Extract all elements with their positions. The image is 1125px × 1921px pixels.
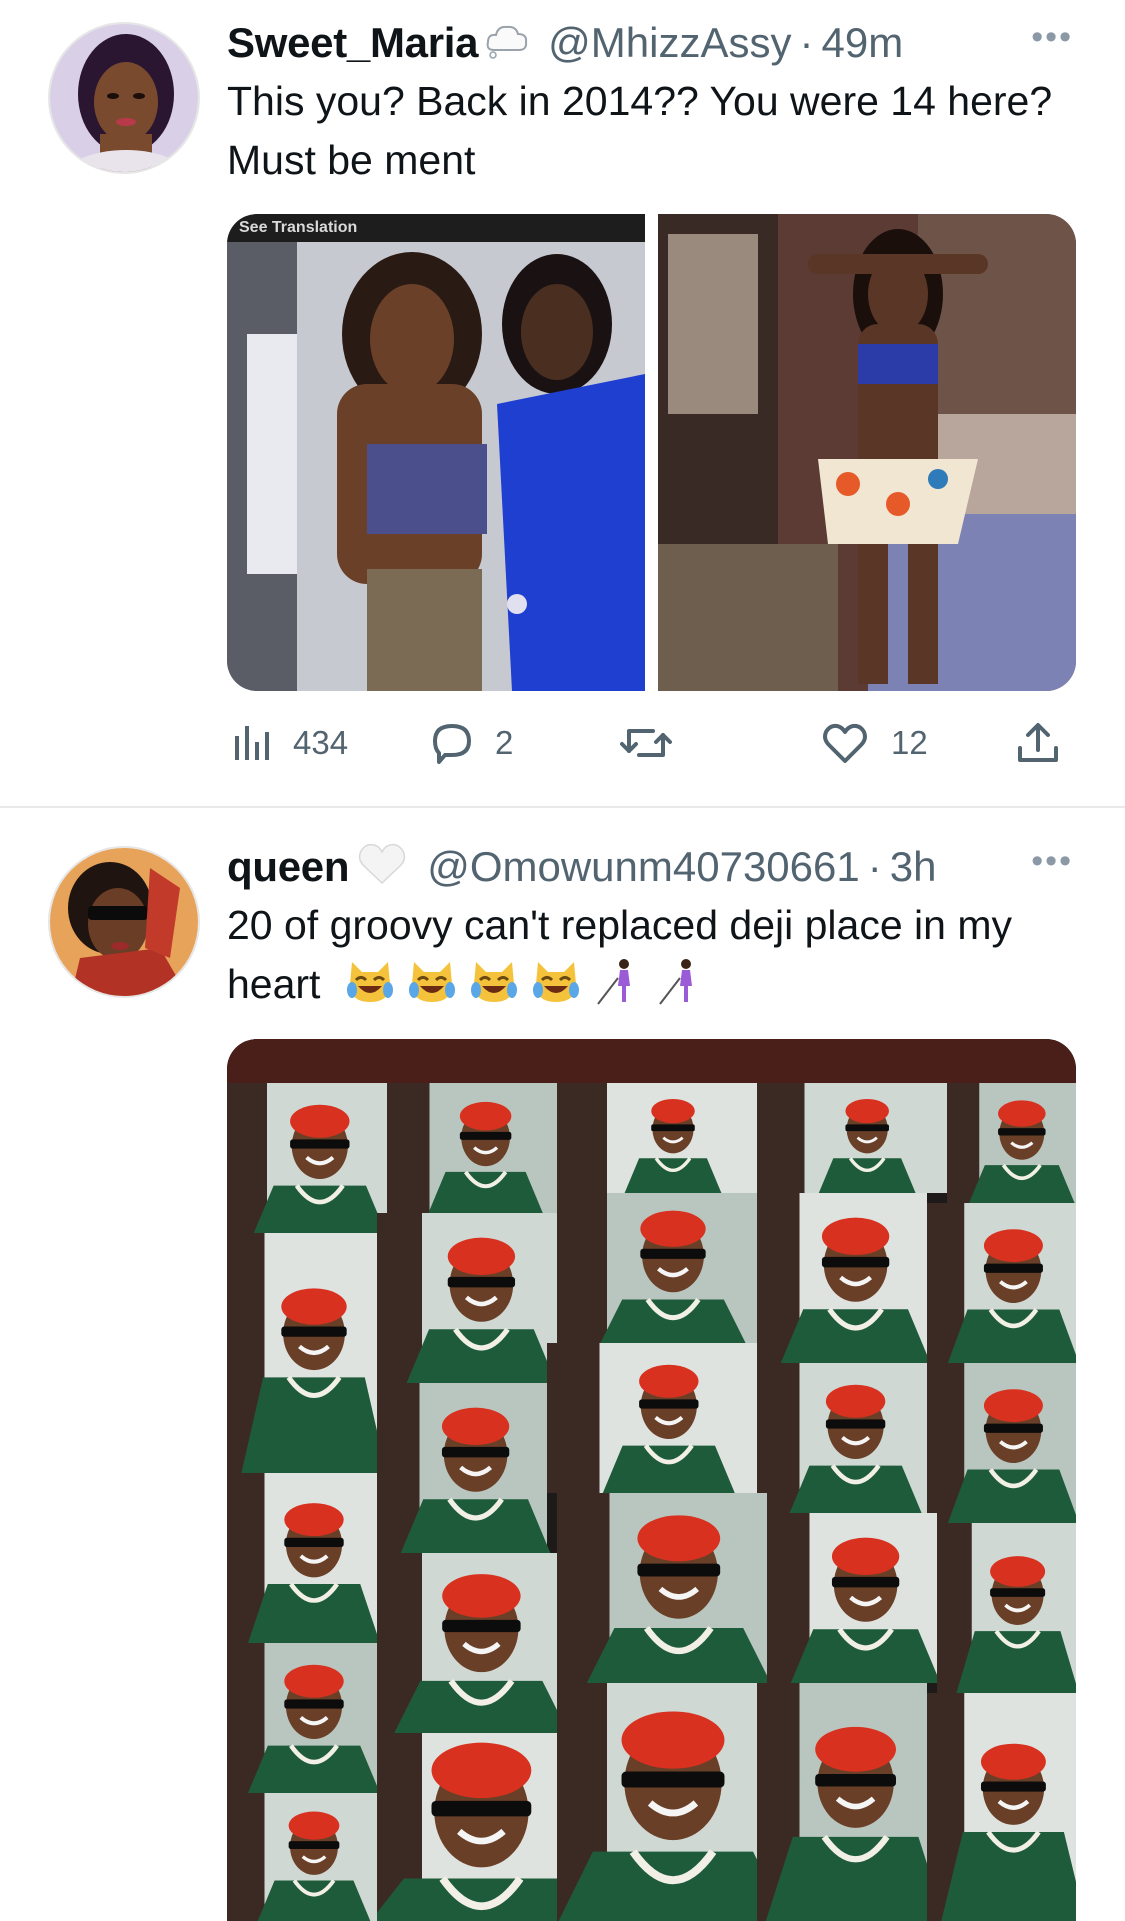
tweet-header: queen @Omowunm40730661 · 3h [227,842,936,892]
tweet-text: This you? Back in 2014?? You were 14 her… [227,78,1053,183]
cat-tears-of-joy-icon [346,962,393,1002]
tweet-text: 20 of groovy can't replaced deji place i… [227,896,1077,1014]
collage-photo[interactable] [227,1039,1076,1921]
collage-image [227,1039,1076,1921]
collage-tile [557,1683,788,1921]
heart-icon [823,723,867,763]
more-options-icon[interactable]: ••• [1031,18,1073,57]
tweet-1[interactable]: Sweet_Maria @MhizzAssy · 49m ••• This yo… [0,0,1125,806]
collage-tile [227,1233,387,1473]
cloud-icon [484,20,530,67]
cat-tears-of-joy-icon [470,962,517,1002]
avatar-sweet-maria[interactable] [48,22,200,174]
collage-tile [557,1083,757,1193]
reply-icon [433,724,471,764]
tweet-header: Sweet_Maria @MhizzAssy · 49m [227,18,903,68]
reply-count: 2 [495,724,514,761]
collage-tile [757,1363,927,1513]
white-heart-icon [355,841,409,894]
cat-tears-of-joy-icon [532,962,579,1002]
views-icon [235,726,269,760]
photo-left[interactable]: See Translation [227,214,645,691]
collage-tile [947,1083,1076,1203]
person-with-cane-icon [659,959,692,1005]
person-with-cane-icon [597,959,630,1005]
collage-tile [757,1193,931,1363]
views-count: 434 [293,724,349,761]
share-button[interactable] [1015,713,1061,773]
tweet-actions: 434 2 12 [227,713,1077,773]
media-gap [645,214,658,691]
collage-tile [377,1383,551,1553]
collage-tile [937,1523,1076,1693]
more-options-icon[interactable]: ••• [1031,842,1073,881]
share-icon [1018,723,1058,762]
collage-tile [377,1553,569,1733]
retweet-button[interactable] [619,713,673,773]
photo-right[interactable] [658,214,1076,691]
reply-button[interactable]: 2 [427,713,513,773]
collage-tile [557,1193,757,1343]
collage-tile [927,1693,1076,1921]
user-handle[interactable]: @Omowunm40730661 [427,843,860,891]
separator: · [867,843,882,890]
like-count: 12 [891,724,928,761]
avatar-queen[interactable] [48,846,200,998]
collage-tile [557,1493,771,1683]
collage-tile [227,1083,387,1233]
collage-tile [927,1363,1076,1523]
collage-tile [757,1083,947,1193]
collage-tile [757,1683,946,1921]
user-handle[interactable]: @MhizzAssy [548,19,791,67]
see-translation-text: See Translation [239,219,358,236]
display-name[interactable]: Sweet_Maria [227,19,478,67]
avatar-image [50,848,198,996]
collage-tile [387,1083,557,1213]
collage-tile [227,1793,377,1921]
views-button[interactable]: 434 [231,713,348,773]
tweet-2[interactable]: queen @Omowunm40730661 · 3h ••• 20 of gr… [0,808,1125,1921]
cat-tears-of-joy-icon [408,962,455,1002]
collage-tile [767,1513,941,1683]
avatar-image [50,24,198,172]
collage-tile [227,1473,380,1643]
separator: · [799,19,814,66]
timestamp[interactable]: 49m [822,19,904,67]
collage-tile [377,1213,557,1383]
emoji-row [344,959,716,1007]
collage-tile [227,1643,380,1793]
collage-tile [927,1203,1076,1363]
display-name[interactable]: queen [227,843,349,891]
collage-tile [547,1343,757,1493]
retweet-icon [620,729,672,757]
timestamp[interactable]: 3h [890,843,937,891]
like-button[interactable]: 12 [821,713,928,773]
tweet-media[interactable]: See Translation [227,214,1076,691]
